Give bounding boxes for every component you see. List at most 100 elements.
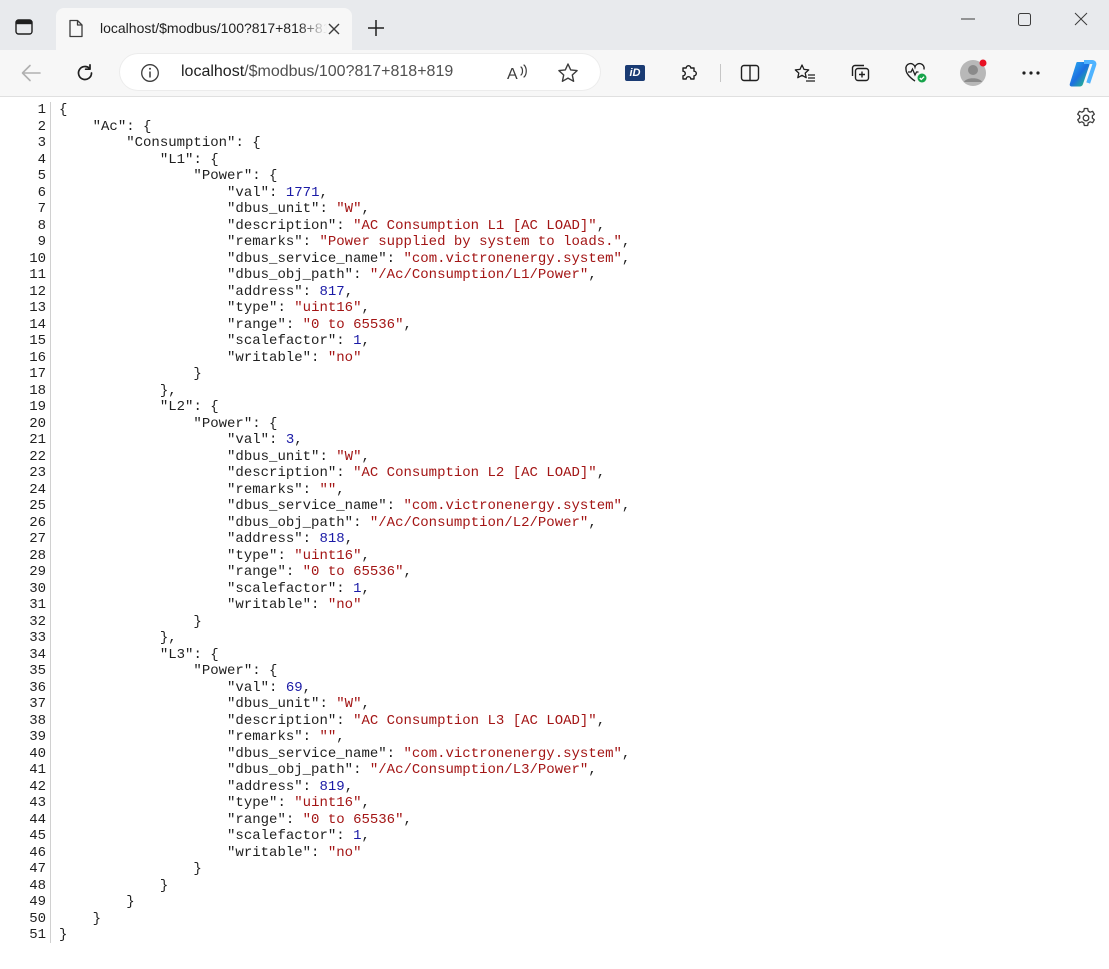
json-punctuation bbox=[59, 300, 227, 316]
json-key: "dbus_service_name" bbox=[227, 250, 387, 267]
json-punctuation: : bbox=[277, 795, 295, 811]
json-punctuation: } bbox=[59, 861, 202, 877]
json-key: "address" bbox=[227, 283, 303, 300]
line-number: 25 bbox=[29, 498, 46, 514]
line-number: 24 bbox=[29, 481, 46, 498]
browser-essentials-icon[interactable] bbox=[901, 58, 931, 88]
favorites-list-icon[interactable] bbox=[790, 58, 820, 88]
site-info-icon[interactable] bbox=[140, 63, 160, 83]
json-punctuation bbox=[59, 449, 227, 465]
code-line: "val": 69, bbox=[59, 680, 630, 697]
collections-icon[interactable] bbox=[846, 58, 876, 88]
line-number: 26 bbox=[29, 514, 46, 531]
maximize-icon[interactable] bbox=[1004, 6, 1044, 32]
code-line: "writable": "no" bbox=[59, 350, 630, 367]
json-punctuation bbox=[59, 333, 227, 349]
copilot-icon[interactable] bbox=[1068, 58, 1098, 88]
json-punctuation: : bbox=[386, 745, 404, 762]
line-number: 40 bbox=[29, 745, 46, 762]
json-punctuation: : bbox=[353, 267, 370, 283]
line-number: 7 bbox=[37, 201, 46, 217]
json-string: "com.victronenergy.system" bbox=[403, 745, 622, 762]
tab-close-icon[interactable] bbox=[326, 21, 342, 37]
code-line: "type": "uint16", bbox=[59, 795, 630, 812]
json-punctuation bbox=[59, 597, 227, 613]
json-string: "no" bbox=[327, 597, 362, 613]
json-punctuation: : bbox=[302, 778, 320, 795]
json-string: "uint16" bbox=[294, 795, 362, 811]
close-icon[interactable] bbox=[1061, 6, 1101, 32]
line-number: 30 bbox=[29, 580, 46, 597]
line-number: 29 bbox=[29, 564, 46, 580]
json-viewer: 1 2 3 4 5 6 7 8 9 10 11 12 13 14 15 16 17 18 19 20 21 22 23 24 2… bbox=[0, 97, 1109, 969]
json-punctuation: , bbox=[361, 333, 370, 349]
refresh-icon[interactable] bbox=[70, 58, 100, 88]
address-bar[interactable]: localhost/$modbus/100?817+818+819 A bbox=[120, 54, 600, 90]
code-line: "dbus_unit": "W", bbox=[59, 696, 630, 713]
line-number: 51 bbox=[29, 927, 46, 943]
url-text[interactable]: localhost/$modbus/100?817+818+819 bbox=[181, 63, 453, 81]
json-punctuation: , bbox=[319, 184, 328, 201]
line-number: 28 bbox=[29, 547, 46, 564]
json-punctuation bbox=[59, 399, 160, 415]
json-number: 819 bbox=[319, 778, 345, 795]
json-punctuation: : bbox=[319, 448, 337, 465]
extensions-puzzle-icon[interactable] bbox=[674, 58, 704, 88]
json-punctuation: , bbox=[621, 498, 631, 514]
json-punctuation bbox=[59, 548, 227, 564]
json-key: "scalefactor" bbox=[227, 580, 337, 597]
code-line: "range": "0 to 65536", bbox=[59, 317, 630, 334]
back-arrow-icon[interactable] bbox=[16, 58, 46, 88]
json-punctuation: } bbox=[59, 910, 102, 927]
document-icon bbox=[68, 19, 86, 39]
json-punctuation: } bbox=[59, 613, 202, 630]
line-number: 46 bbox=[29, 844, 46, 861]
favorite-star-icon[interactable] bbox=[556, 61, 580, 85]
json-punctuation: : bbox=[336, 828, 354, 844]
json-punctuation: , bbox=[621, 745, 631, 762]
gear-icon[interactable] bbox=[1074, 106, 1098, 130]
line-number: 22 bbox=[29, 448, 46, 465]
profile-avatar-icon[interactable] bbox=[958, 58, 988, 88]
new-tab-icon[interactable] bbox=[362, 14, 390, 42]
json-code: { "Ac": { "Consumption": { "L1": { "Powe… bbox=[59, 102, 630, 944]
tab-active[interactable]: localhost/$modbus/100?817+818+819 bbox=[56, 8, 352, 50]
json-punctuation: }, bbox=[59, 630, 177, 646]
json-key: "writable" bbox=[227, 597, 312, 613]
json-string: "" bbox=[319, 729, 337, 745]
code-line: "address": 818, bbox=[59, 531, 630, 548]
json-punctuation bbox=[59, 465, 227, 481]
code-line: } bbox=[59, 894, 630, 911]
read-aloud-icon[interactable]: A bbox=[506, 61, 530, 85]
json-punctuation: : bbox=[285, 811, 303, 828]
json-string: "/Ac/Consumption/L3/Power" bbox=[369, 762, 589, 778]
code-line: "dbus_obj_path": "/Ac/Consumption/L2/Pow… bbox=[59, 515, 630, 532]
sidebar-toggle-icon[interactable] bbox=[10, 13, 38, 41]
json-punctuation: , bbox=[596, 217, 606, 234]
json-punctuation: , bbox=[361, 828, 370, 844]
code-line: "range": "0 to 65536", bbox=[59, 564, 630, 581]
json-key: "val" bbox=[227, 432, 270, 448]
line-number: 20 bbox=[29, 415, 46, 432]
json-key: "val" bbox=[227, 679, 270, 696]
json-key: "dbus_obj_path" bbox=[227, 514, 354, 531]
json-punctuation: : bbox=[319, 696, 337, 712]
json-string: "no" bbox=[327, 349, 362, 366]
json-string: "W" bbox=[336, 201, 362, 217]
json-punctuation: : { bbox=[126, 118, 152, 135]
json-punctuation: : bbox=[269, 679, 286, 696]
minimize-icon[interactable] bbox=[948, 6, 988, 32]
json-punctuation: : bbox=[353, 762, 370, 778]
json-key: "address" bbox=[227, 778, 303, 795]
json-key: "dbus_unit" bbox=[227, 448, 320, 465]
json-punctuation: , bbox=[361, 300, 370, 316]
code-line: }, bbox=[59, 630, 630, 647]
split-screen-icon[interactable] bbox=[735, 58, 765, 88]
more-options-icon[interactable] bbox=[1016, 58, 1046, 88]
id-extension-icon[interactable]: iD bbox=[620, 58, 650, 88]
json-string: "0 to 65536" bbox=[302, 316, 404, 333]
json-punctuation: : bbox=[386, 498, 404, 514]
line-number: 44 bbox=[29, 811, 46, 828]
line-number: 10 bbox=[29, 250, 46, 267]
code-line: "type": "uint16", bbox=[59, 300, 630, 317]
